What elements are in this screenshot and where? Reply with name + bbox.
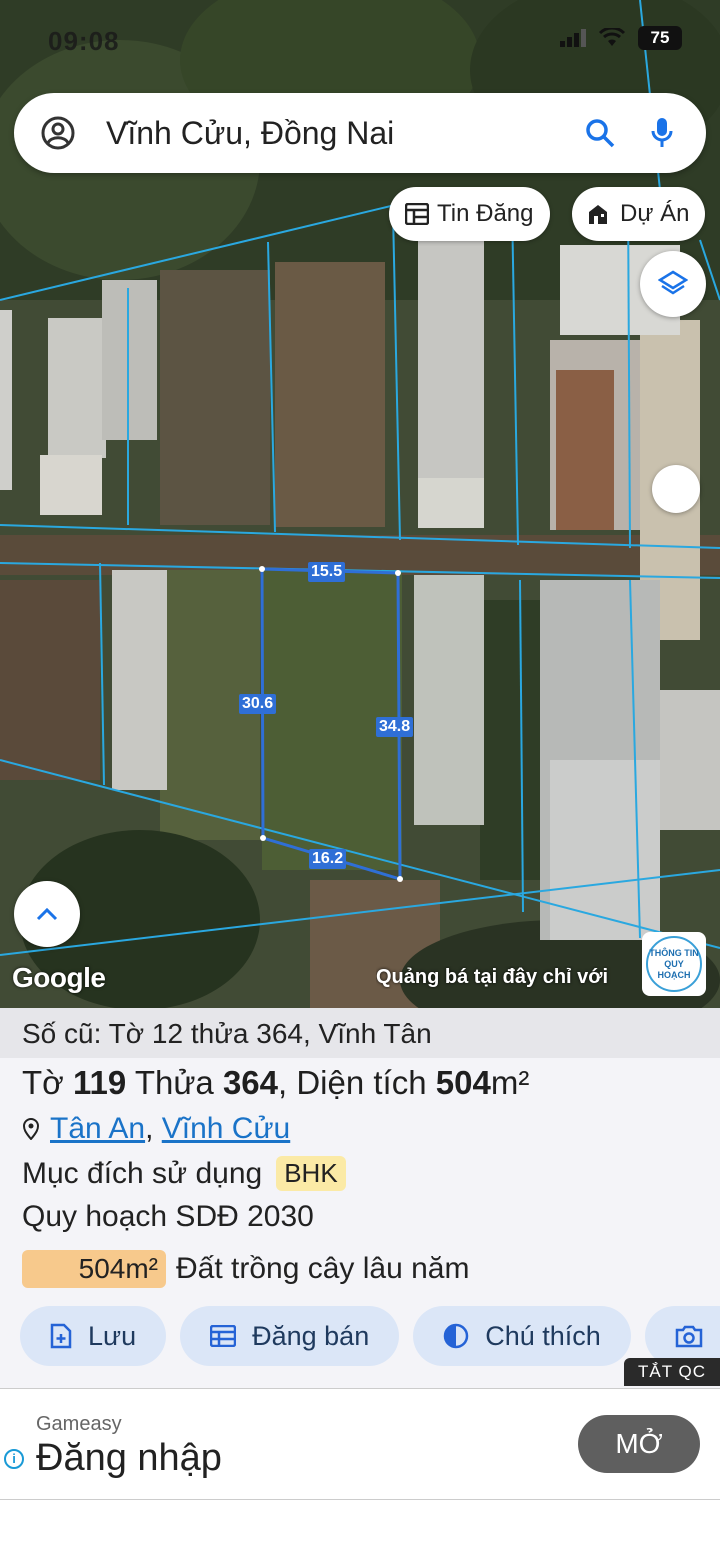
location-dot-button[interactable] [652,465,700,513]
file-add-icon [50,1323,72,1349]
ad-title: Đăng nhập [36,1437,222,1479]
expand-button[interactable] [14,881,80,947]
ward-link[interactable]: Tân An [50,1112,145,1145]
google-logo: Google [12,962,106,993]
projects-chip[interactable]: Dự Án [572,187,706,241]
building-icon [589,205,607,224]
district-link[interactable]: Vĩnh Cửu [162,1112,290,1145]
search-icon[interactable] [582,115,618,151]
plot-label: Thửa [134,1064,214,1101]
signal-icon [560,29,586,47]
table-icon [210,1325,237,1347]
save-button[interactable]: Lưu [20,1306,167,1366]
area-value: 504 [435,1064,491,1101]
status-icons: 75 [560,26,682,50]
measure-right: 34.8 [376,717,414,737]
landuse-row: 504m² Đất trồng cây lâu năm [22,1250,469,1288]
action-row: Lưu Đăng bán Chú thích C [20,1306,720,1366]
status-time: 09:08 [48,26,120,56]
parcel-info-panel: Số cũ: Tờ 12 thửa 364, Vĩnh Tân Tờ 119 T… [0,1008,720,1388]
land-purpose: Mục đích sử dụng BHK [22,1156,346,1191]
ad-banner[interactable]: i Gameasy Đăng nhập MỞ [0,1388,720,1500]
planning-info-badge-text: THÔNG TIN QUY HOẠCH [646,936,702,992]
account-icon[interactable] [40,115,76,151]
search-query[interactable]: Vĩnh Cửu, Đồng Nai [106,115,582,152]
measure-bottom: 16.2 [309,849,347,869]
contrast-icon [443,1323,469,1349]
post-sale-label: Đăng bán [252,1320,370,1351]
purpose-label: Mục đích sử dụng [22,1156,263,1190]
ad-info-icon[interactable]: i [4,1449,24,1469]
area-unit: m² [490,1064,530,1101]
measure-top: 15.5 [308,562,346,582]
save-label: Lưu [88,1320,137,1351]
camera-icon [675,1325,703,1348]
plan-label: Quy hoạch SDĐ 2030 [22,1200,314,1233]
area-label: , Diện tích [278,1064,427,1101]
legend-button[interactable]: Chú thích [413,1306,631,1366]
planning-info-badge[interactable]: THÔNG TIN QUY HOẠCH [642,932,706,996]
sheet-number: 119 [72,1064,127,1101]
battery-indicator: 75 [638,26,682,50]
camera-button[interactable]: C [644,1306,720,1366]
location-line: Tân An, Vĩnh Cửu [22,1112,290,1146]
listings-chip[interactable]: Tin Đăng [389,187,550,241]
hide-ads-button[interactable]: TẮT QC [623,1358,720,1386]
post-sale-button[interactable]: Đăng bán [180,1306,400,1366]
landuse-name: Đất trồng cây lâu năm [176,1252,470,1285]
microphone-icon[interactable] [644,115,680,151]
old-parcel-number: Số cũ: Tờ 12 thửa 364, Vĩnh Tân [0,1008,720,1058]
sheet-label: Tờ [22,1064,64,1101]
wifi-icon [598,28,626,46]
ad-sponsor: Gameasy [36,1413,122,1435]
chevron-up-icon [36,907,58,921]
map-ad-text[interactable]: Quảng bá tại đây chỉ với [376,966,642,989]
listings-chip-label: Tin Đăng [437,200,534,227]
legend-label: Chú thích [485,1320,601,1351]
listing-icon [405,203,429,225]
layers-icon [658,270,688,295]
location-pin-icon [22,1118,40,1140]
plot-number: 364 [222,1064,279,1101]
parcel-summary: Tờ 119 Thửa 364, Diện tích 504m² [22,1064,529,1102]
layers-button[interactable] [640,251,706,317]
ad-open-button[interactable]: MỞ [578,1415,700,1473]
search-bar[interactable]: Vĩnh Cửu, Đồng Nai [14,93,706,173]
purpose-code-badge: BHK [276,1156,346,1191]
landuse-area: 504m² [22,1250,166,1288]
measure-left: 30.6 [239,694,277,714]
satellite-map[interactable]: 09:08 75 Vĩnh Cửu, Đồng Nai Tin Đăng Dự … [0,0,720,1010]
projects-chip-label: Dự Án [620,200,690,227]
